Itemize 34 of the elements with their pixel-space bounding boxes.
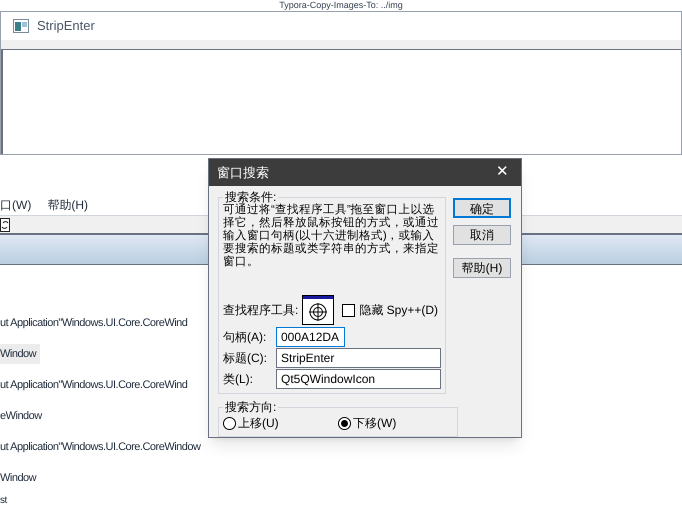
list-line[interactable]: st [0, 491, 7, 506]
input-field[interactable]: Qt5QWindowIcon [276, 369, 441, 389]
close-button[interactable]: ✕ [492, 161, 513, 184]
input-field[interactable]: StripEnter [276, 348, 441, 368]
list-line[interactable]: Window [0, 468, 36, 488]
crosshair-icon[interactable] [302, 295, 334, 325]
field-label: 标题(C): [223, 350, 268, 367]
radio-button[interactable] [223, 416, 236, 430]
background-text: Typora-Copy-Images-To: ../img [279, 0, 403, 11]
description-text: 可通过将“查找程序工具”拖至窗口上以选择它，然后释放鼠标按钮的方式，或通过输入窗口句柄(以十六进制格式)，或输入要搜索的标题或类字符串的方式，来指定窗口。 [223, 204, 440, 269]
input-field[interactable]: 000A12DA [276, 327, 345, 347]
finder-label: 查找程序工具: [223, 302, 298, 319]
refresh-icon[interactable] [0, 218, 10, 232]
list-line[interactable]: ut Application"Windows.UI.Core.CoreWind [0, 313, 188, 333]
checkbox[interactable] [342, 304, 356, 316]
list-line[interactable]: ut Application"Windows.UI.Core.CoreWindow [0, 437, 200, 457]
dialog-button[interactable]: 帮助(H) [453, 258, 511, 278]
menu-item[interactable]: 口(W) [0, 196, 32, 214]
menu-item[interactable]: 帮助(H) [47, 196, 88, 214]
group-label: 搜索方向: [224, 400, 278, 414]
dialog-title: 窗口搜索 [217, 164, 269, 182]
checkbox-label: 隐藏 Spy++(D) [359, 302, 438, 319]
app-icon [13, 19, 29, 33]
dialog-button[interactable]: 确定 [453, 198, 511, 218]
radio-label: 上移(U) [238, 415, 279, 432]
field-label: 类(L): [223, 371, 254, 388]
window-title: StripEnter [37, 17, 95, 36]
radio-button[interactable] [338, 416, 351, 430]
list-line[interactable]: eWindow [0, 406, 42, 426]
list-line[interactable]: ut Application"Windows.UI.Core.CoreWind [0, 375, 188, 395]
radio-label: 下移(W) [353, 415, 396, 432]
dialog-button[interactable]: 取消 [453, 225, 511, 245]
field-label: 句柄(A): [223, 329, 268, 346]
group-label: 搜索条件: [224, 190, 276, 204]
